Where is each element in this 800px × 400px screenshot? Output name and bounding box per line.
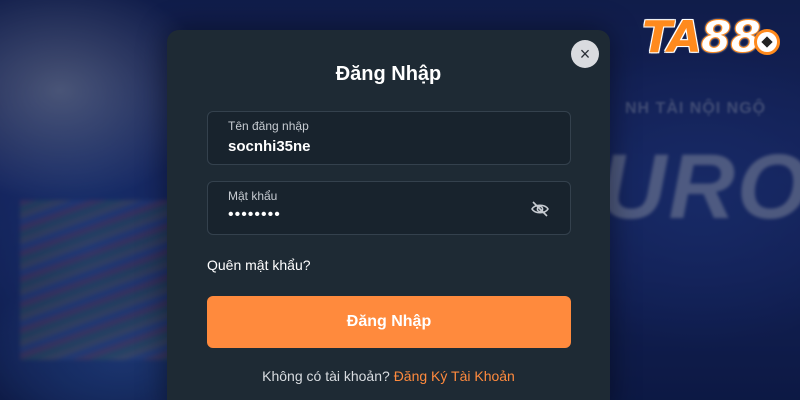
modal-title: Đăng Nhập	[335, 63, 442, 85]
register-prompt: Không có tài khoản? Đăng Ký Tài Khoản	[167, 368, 610, 384]
username-input[interactable]: socnhi35ne	[228, 138, 311, 155]
brand-logo: TA 88	[642, 12, 780, 64]
login-modal: × Đăng Nhập Tên đăng nhập socnhi35ne Mật…	[167, 30, 610, 400]
logo-letters: TA	[642, 12, 702, 63]
username-label: Tên đăng nhập	[228, 119, 309, 133]
eye-slash-icon[interactable]	[530, 200, 550, 218]
soccer-ball-icon	[754, 28, 780, 55]
register-link[interactable]: Đăng Ký Tài Khoản	[394, 368, 515, 384]
password-input[interactable]: ••••••••	[228, 206, 281, 224]
password-field[interactable]: Mật khẩu ••••••••	[207, 181, 571, 235]
username-field[interactable]: Tên đăng nhập socnhi35ne	[207, 111, 571, 165]
logo-number: 88	[700, 12, 761, 64]
forgot-password-link[interactable]: Quên mật khẩu?	[207, 257, 311, 273]
password-label: Mật khẩu	[228, 189, 278, 203]
login-button[interactable]: Đăng Nhập	[207, 296, 571, 348]
no-account-text: Không có tài khoản?	[262, 368, 390, 384]
close-icon: ×	[579, 44, 591, 64]
